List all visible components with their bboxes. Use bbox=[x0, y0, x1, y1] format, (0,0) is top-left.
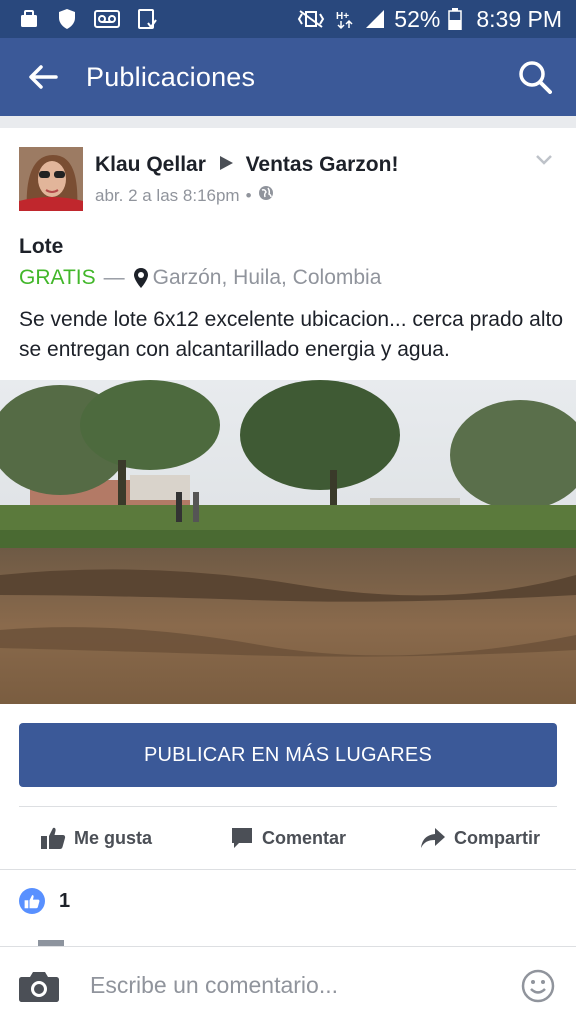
clipboard-icon bbox=[136, 8, 158, 30]
signal-h-icon: H+ bbox=[334, 8, 356, 30]
shield-icon bbox=[56, 8, 78, 30]
post-header: Klau Qellar Ventas Garzon! abr. 2 a las … bbox=[19, 147, 559, 213]
post-photo[interactable] bbox=[0, 380, 576, 704]
svg-text:H+: H+ bbox=[336, 11, 349, 22]
camera-icon bbox=[19, 971, 59, 1002]
price-location-row: GRATIS — Garzón, Huila, Colombia bbox=[19, 266, 381, 290]
battery-icon bbox=[448, 8, 463, 30]
clock: 8:39 PM bbox=[476, 5, 562, 32]
share-button[interactable]: Compartir bbox=[384, 827, 576, 849]
chevron-down-icon bbox=[536, 155, 552, 165]
share-arrow-icon bbox=[420, 828, 445, 848]
location-pin-icon bbox=[133, 267, 149, 289]
share-label: Compartir bbox=[453, 827, 540, 848]
play-arrow-icon bbox=[218, 153, 234, 177]
post-description: Se vende lote 6x12 excelente ubicacion..… bbox=[19, 308, 564, 361]
vibrate-icon bbox=[296, 8, 326, 30]
avatar[interactable] bbox=[19, 147, 83, 211]
globe-icon bbox=[258, 185, 274, 206]
app-bar: Publicaciones bbox=[0, 38, 576, 116]
search-icon bbox=[519, 61, 552, 94]
post-meta: abr. 2 a las 8:16pm • bbox=[95, 185, 274, 206]
comment-input[interactable] bbox=[78, 972, 500, 999]
smiley-icon bbox=[521, 969, 555, 1002]
meta-separator: • bbox=[245, 185, 252, 205]
status-bar: H+ 52% 8:39 PM bbox=[0, 0, 576, 38]
author-line[interactable]: Klau Qellar Ventas Garzon! bbox=[95, 153, 398, 177]
divider bbox=[0, 869, 576, 870]
like-button[interactable]: Me gusta bbox=[0, 826, 192, 850]
location-label[interactable]: Garzón, Huila, Colombia bbox=[153, 266, 382, 290]
voicemail-icon bbox=[94, 8, 120, 30]
reactions-summary[interactable]: 1 bbox=[19, 888, 70, 914]
item-title: Lote bbox=[19, 235, 64, 258]
comment-icon bbox=[231, 828, 252, 848]
comment-label: Comentar bbox=[261, 827, 346, 848]
timestamp[interactable]: abr. 2 a las 8:16pm bbox=[95, 186, 240, 206]
comment-bar bbox=[0, 946, 576, 1024]
comment-button[interactable]: Comentar bbox=[192, 826, 384, 850]
back-arrow-icon bbox=[29, 65, 58, 89]
emoji-button[interactable] bbox=[500, 947, 576, 1024]
post-card: Klau Qellar Ventas Garzon! abr. 2 a las … bbox=[0, 128, 576, 946]
author-name[interactable]: Klau Qellar bbox=[95, 153, 206, 176]
like-reaction-icon bbox=[19, 888, 45, 914]
battery-percent: 52% bbox=[394, 5, 441, 32]
group-name[interactable]: Ventas Garzon! bbox=[246, 153, 399, 176]
post-actions: Me gusta Comentar Compartir bbox=[0, 808, 576, 868]
post-options-button[interactable] bbox=[529, 149, 559, 173]
price-separator: — bbox=[103, 266, 125, 289]
thumbs-up-icon bbox=[40, 827, 66, 849]
publish-more-places-button[interactable]: PUBLICAR EN MÁS LUGARES bbox=[19, 723, 557, 787]
price-label: GRATIS bbox=[19, 266, 96, 289]
search-button[interactable] bbox=[500, 38, 570, 116]
camera-button[interactable] bbox=[0, 947, 78, 1024]
like-label: Me gusta bbox=[73, 827, 152, 848]
bag-icon bbox=[18, 8, 40, 30]
reaction-count: 1 bbox=[59, 889, 71, 912]
back-button[interactable] bbox=[0, 38, 86, 116]
divider bbox=[19, 806, 557, 807]
page-title: Publicaciones bbox=[86, 61, 256, 92]
cell-signal-icon bbox=[364, 8, 386, 30]
